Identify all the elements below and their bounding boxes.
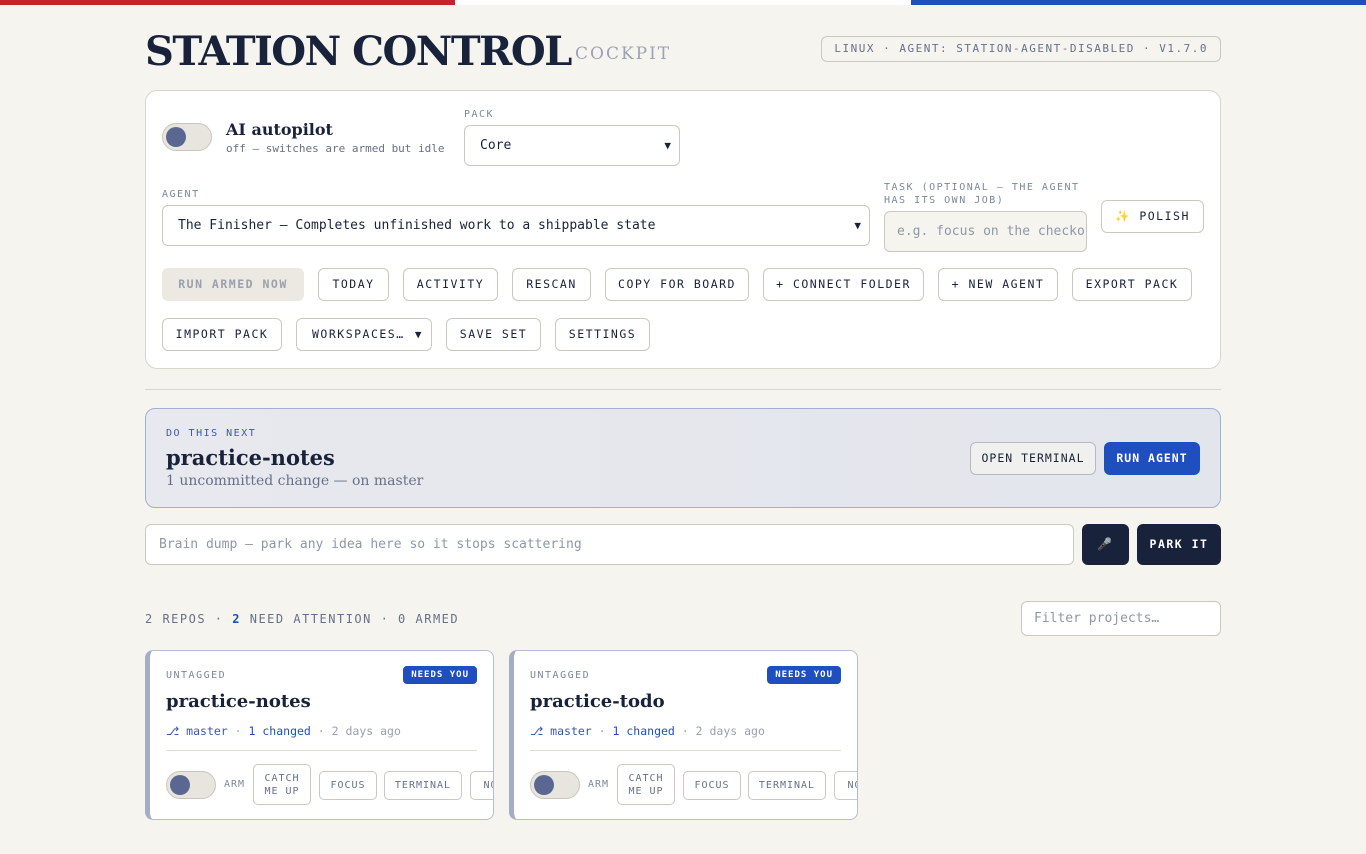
toggle-knob xyxy=(166,127,186,147)
agent-label: AGENT xyxy=(162,189,200,200)
card-meta: ⎇ master · 1 changed · 2 days ago xyxy=(530,724,765,738)
card-branch: ⎇ master xyxy=(166,724,228,738)
autopilot-status: off — switches are armed but idle xyxy=(226,142,445,155)
open-terminal-button[interactable]: OPEN TERMINAL xyxy=(970,442,1096,475)
task-input[interactable]: e.g. focus on the checkout xyxy=(884,211,1087,252)
next-up-label: DO THIS NEXT xyxy=(166,428,257,439)
run-agent-button[interactable]: RUN AGENT xyxy=(1104,442,1200,475)
card-changed: 1 changed xyxy=(612,724,675,738)
card-meta: ⎇ master · 1 changed · 2 days ago xyxy=(166,724,401,738)
repo-card[interactable]: UNTAGGED NEEDS YOU practice-notes ⎇ mast… xyxy=(145,650,494,820)
workspaces-label: WORKSPACES… xyxy=(312,327,405,341)
repo-summary: 2 REPOS · 2 NEED ATTENTION · 0 ARMED xyxy=(145,612,459,626)
card-age: · 2 days ago xyxy=(317,724,401,738)
terminal-button[interactable]: TERMINAL xyxy=(384,771,462,800)
system-badge: LINUX · AGENT: STATION-AGENT-DISABLED · … xyxy=(821,36,1221,62)
repo-card[interactable]: UNTAGGED NEEDS YOU practice-todo ⎇ maste… xyxy=(509,650,858,820)
settings-button[interactable]: SETTINGS xyxy=(555,318,650,351)
arm-label: ARM xyxy=(224,779,246,790)
focus-button[interactable]: FOCUS xyxy=(319,771,377,800)
export-pack-button[interactable]: EXPORT PACK xyxy=(1072,268,1192,301)
chevron-down-icon: ▼ xyxy=(664,139,671,152)
autopilot-title: AI autopilot xyxy=(226,120,333,139)
chevron-down-icon: ▼ xyxy=(854,219,861,232)
card-separator: · xyxy=(234,724,242,738)
control-panel: AI autopilot off — switches are armed bu… xyxy=(145,90,1221,369)
flag-stripe xyxy=(0,0,1366,5)
filter-projects-input[interactable]: Filter projects… xyxy=(1021,601,1221,636)
mic-button[interactable]: 🎤 xyxy=(1082,524,1129,565)
card-tag: UNTAGGED xyxy=(166,670,227,681)
microphone-icon: 🎤 xyxy=(1097,537,1114,551)
next-up-repo: practice-notes xyxy=(166,445,335,470)
notes-button[interactable]: NOTES xyxy=(834,771,857,800)
catch-me-up-button[interactable]: CATCH ME UP xyxy=(253,764,311,805)
card-changed: 1 changed xyxy=(248,724,311,738)
arm-toggle[interactable] xyxy=(530,771,580,799)
card-branch: ⎇ master xyxy=(530,724,592,738)
toggle-knob xyxy=(170,775,190,795)
catch-me-up-button[interactable]: CATCH ME UP xyxy=(617,764,675,805)
copy-for-board-button[interactable]: COPY FOR BOARD xyxy=(605,268,749,301)
flag-red xyxy=(0,0,456,5)
toggle-knob xyxy=(534,775,554,795)
autopilot-toggle[interactable] xyxy=(162,123,212,151)
connect-folder-button[interactable]: + CONNECT FOLDER xyxy=(763,268,924,301)
park-it-button[interactable]: PARK IT xyxy=(1137,524,1221,565)
agent-select[interactable]: The Finisher — Completes unfinished work… xyxy=(162,205,870,246)
summary-attention-label: NEED ATTENTION · 0 ARMED xyxy=(249,612,460,626)
activity-button[interactable]: ACTIVITY xyxy=(403,268,498,301)
card-repo-name: practice-todo xyxy=(530,691,665,712)
task-label-line1: TASK (OPTIONAL — THE AGENT xyxy=(884,182,1080,193)
pack-select[interactable]: Core ▼ xyxy=(464,125,680,166)
next-up-banner: DO THIS NEXT practice-notes 1 uncommitte… xyxy=(145,408,1221,508)
flag-white xyxy=(455,0,911,5)
card-age: · 2 days ago xyxy=(681,724,765,738)
card-divider xyxy=(530,750,841,751)
notes-button[interactable]: NOTES xyxy=(470,771,493,800)
needs-you-badge: NEEDS YOU xyxy=(403,666,477,684)
workspaces-dropdown[interactable]: WORKSPACES… ▼ xyxy=(296,318,432,351)
agent-select-value: The Finisher — Completes unfinished work… xyxy=(178,218,656,233)
next-up-detail: 1 uncommitted change — on master xyxy=(166,473,424,489)
flag-blue xyxy=(910,0,1366,5)
divider xyxy=(145,389,1221,390)
card-divider xyxy=(166,750,477,751)
app-title: STATION CONTROL xyxy=(145,28,572,75)
terminal-button[interactable]: TERMINAL xyxy=(748,771,826,800)
card-repo-name: practice-notes xyxy=(166,691,311,712)
header: STATION CONTROL COCKPIT LINUX · AGENT: S… xyxy=(145,28,1221,75)
pack-label: PACK xyxy=(464,109,495,120)
new-agent-button[interactable]: + NEW AGENT xyxy=(938,268,1058,301)
summary-attention-count: 2 xyxy=(232,612,241,626)
arm-label: ARM xyxy=(588,779,610,790)
today-button[interactable]: TODAY xyxy=(318,268,389,301)
rescan-button[interactable]: RESCAN xyxy=(512,268,591,301)
arm-toggle[interactable] xyxy=(166,771,216,799)
summary-repos: 2 REPOS · xyxy=(145,612,224,626)
card-tag: UNTAGGED xyxy=(530,670,591,681)
import-pack-button[interactable]: IMPORT PACK xyxy=(162,318,282,351)
focus-button[interactable]: FOCUS xyxy=(683,771,741,800)
task-label-line2: HAS ITS OWN JOB) xyxy=(884,195,1005,206)
card-separator: · xyxy=(598,724,606,738)
run-armed-button[interactable]: RUN ARMED NOW xyxy=(162,268,304,301)
polish-button[interactable]: ✨ POLISH xyxy=(1101,200,1204,233)
app-subtitle: COCKPIT xyxy=(575,44,672,64)
chevron-down-icon: ▼ xyxy=(414,328,423,341)
pack-select-value: Core xyxy=(480,138,512,153)
needs-you-badge: NEEDS YOU xyxy=(767,666,841,684)
brain-dump-input[interactable]: Brain dump — park any idea here so it st… xyxy=(145,524,1074,565)
save-set-button[interactable]: SAVE SET xyxy=(446,318,541,351)
